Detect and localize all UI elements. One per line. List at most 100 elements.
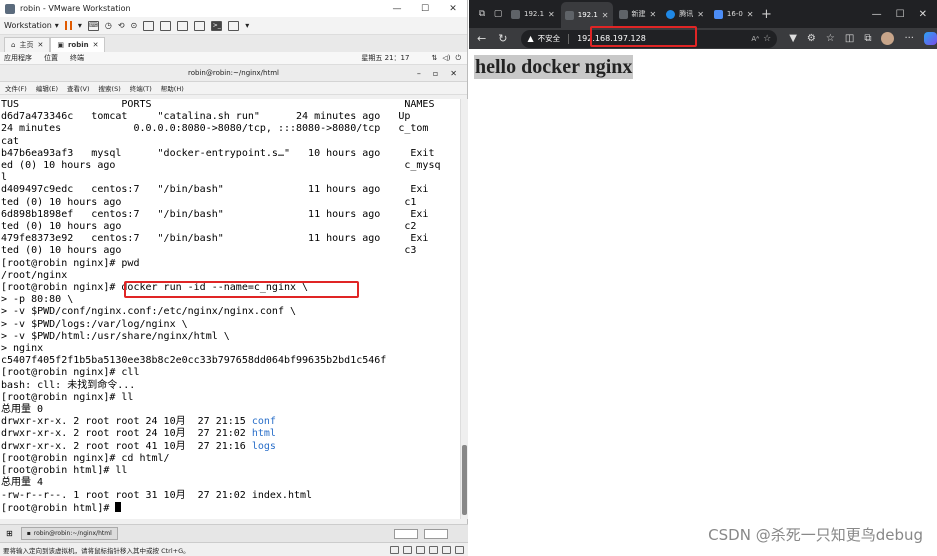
menu-edit[interactable]: 编辑(E) bbox=[36, 83, 58, 93]
tab-home[interactable]: ⌂ 主页 ✕ bbox=[4, 37, 51, 52]
cdrom-icon[interactable] bbox=[403, 545, 412, 554]
close-icon[interactable]: ✕ bbox=[697, 10, 704, 19]
close-icon[interactable]: ✕ bbox=[450, 69, 457, 78]
scrollbar-thumb[interactable] bbox=[462, 445, 467, 515]
terminal-line: > nginx bbox=[1, 343, 44, 355]
minimize-icon[interactable]: – bbox=[417, 69, 421, 78]
tab-4[interactable]: 腾讯 ✕ bbox=[662, 3, 708, 25]
back-icon[interactable]: ← bbox=[477, 32, 486, 45]
newtab-icon bbox=[618, 9, 628, 19]
page-icon bbox=[564, 10, 574, 20]
sidebar-toggle-icon[interactable] bbox=[143, 20, 155, 31]
watermark: CSDN @杀死一只知更鸟debug bbox=[708, 526, 923, 544]
divider bbox=[568, 33, 570, 44]
profile-avatar[interactable] bbox=[881, 32, 895, 45]
disk-icon[interactable] bbox=[390, 545, 399, 554]
workspace-switcher-1[interactable] bbox=[394, 528, 418, 539]
volume-icon[interactable]: ◁) bbox=[442, 54, 450, 63]
split-screen-icon[interactable]: ◫ bbox=[845, 33, 854, 44]
network-icon[interactable]: ⇅ bbox=[431, 54, 437, 63]
power-icon[interactable]: ⏻ bbox=[455, 54, 461, 63]
usb-icon[interactable] bbox=[429, 545, 438, 554]
terminal-line: 6d898b1898ef centos:7 "/bin/bash" 11 hou… bbox=[1, 208, 429, 220]
pause-icon[interactable] bbox=[64, 21, 72, 30]
workspace-switcher-2[interactable] bbox=[424, 528, 448, 539]
edge-navbar: ← ↻ ▲ 不安全 192.168.197.128 Aᴬ ☆ ▼ ⚙ ☆ ◫ ⧉… bbox=[469, 28, 937, 49]
status-text: 要将输入定向到该虚拟机，请将鼠标指针移入其中或按 Ctrl+G。 bbox=[3, 546, 190, 555]
terminal-line: l bbox=[1, 172, 8, 184]
menu-view[interactable]: 查看(V) bbox=[67, 83, 90, 93]
new-tab-icon[interactable]: + bbox=[760, 7, 774, 22]
close-icon[interactable]: ✕ bbox=[37, 41, 43, 49]
stretch-icon[interactable] bbox=[228, 20, 240, 31]
terminal-line: c5407f405f2f1b5ba5130ee38b8c2e0cc33b7976… bbox=[1, 355, 387, 367]
security-label[interactable]: 不安全 bbox=[538, 33, 561, 44]
chevron-down-icon[interactable]: ▾ bbox=[78, 21, 82, 30]
workspace-menu[interactable]: Workstation ▾ bbox=[4, 21, 59, 30]
more-icon[interactable]: ··· bbox=[904, 33, 914, 44]
minimize-icon[interactable]: — bbox=[872, 9, 882, 20]
extensions-icon[interactable]: ⚙ bbox=[807, 33, 816, 44]
maximize-icon[interactable]: ▫ bbox=[433, 69, 438, 78]
revert-icon[interactable]: ⟲ bbox=[118, 21, 125, 30]
menu-file[interactable]: 文件(F) bbox=[5, 83, 27, 93]
places-menu[interactable]: 位置 bbox=[44, 53, 58, 63]
favorite-star-icon[interactable]: ☆ bbox=[763, 34, 771, 44]
page-icon bbox=[713, 9, 723, 19]
favorites-icon[interactable]: ☆ bbox=[826, 33, 835, 44]
tab-label: 主页 bbox=[19, 41, 34, 49]
collections-icon[interactable]: ⧉ bbox=[864, 33, 871, 44]
tab-1[interactable]: 192.1 ✕ bbox=[507, 3, 559, 25]
terminal-scrollbar[interactable] bbox=[460, 99, 468, 519]
terminal-menu[interactable]: 终端 bbox=[70, 53, 84, 63]
menu-search[interactable]: 搜索(S) bbox=[99, 83, 121, 93]
snapshot-icon[interactable]: ◷ bbox=[105, 21, 112, 30]
close-icon[interactable]: ✕ bbox=[439, 4, 467, 14]
tab-5[interactable]: 16-0 ✕ bbox=[710, 3, 758, 25]
console-icon[interactable]: >_ bbox=[211, 20, 223, 31]
close-icon[interactable]: ✕ bbox=[602, 11, 609, 20]
guest-top-bar: 应用程序 位置 终端 星期五 21：17 ⇅ ◁) ⏻ bbox=[0, 52, 467, 65]
thumbnail-icon[interactable] bbox=[160, 20, 172, 31]
display-icon[interactable] bbox=[455, 545, 464, 554]
close-icon[interactable]: ✕ bbox=[919, 9, 927, 20]
terminal-icon: ▪ bbox=[26, 530, 31, 537]
workspaces-icon[interactable]: ⧉ bbox=[475, 7, 489, 21]
refresh-icon[interactable]: ↻ bbox=[498, 32, 507, 45]
close-icon[interactable]: ✕ bbox=[93, 41, 99, 49]
close-icon[interactable]: ✕ bbox=[747, 10, 754, 19]
guest-taskbar: ⊞ ▪ robin@robin:~/nginx/html bbox=[0, 524, 468, 542]
menu-terminal[interactable]: 终端(T) bbox=[130, 83, 152, 93]
minimize-icon[interactable]: — bbox=[383, 4, 411, 14]
tab-2-active[interactable]: 192.1 ✕ bbox=[560, 2, 613, 28]
tab-3[interactable]: 新建 ✕ bbox=[615, 3, 661, 25]
network-adapter-icon[interactable] bbox=[416, 545, 425, 554]
copilot-icon[interactable] bbox=[924, 32, 937, 45]
vm-tab-strip: ⌂ 主页 ✕ ▣ robin ✕ bbox=[0, 35, 467, 52]
apps-menu[interactable]: 应用程序 bbox=[4, 53, 32, 63]
manage-snapshot-icon[interactable]: ⊙ bbox=[131, 21, 138, 30]
terminal-output[interactable]: TUS PORTS NAMES d6d7a473346c tomcat "cat… bbox=[0, 99, 460, 519]
warning-icon[interactable]: ▲ bbox=[527, 34, 533, 43]
terminal-line: > -v $PWD/conf/nginx.conf:/etc/nginx/ngi… bbox=[1, 306, 297, 318]
terminal-title: robin@robin:~/nginx/html bbox=[188, 69, 279, 77]
maximize-icon[interactable]: ☐ bbox=[411, 4, 439, 14]
edge-tab-strip: ⧉ ▢ 192.1 ✕ 192.1 ✕ 新建 ✕ 腾讯 ✕ 16-0 ✕ + —… bbox=[469, 0, 937, 28]
menu-help[interactable]: 帮助(H) bbox=[161, 83, 184, 93]
fullscreen-icon[interactable] bbox=[177, 20, 189, 31]
close-icon[interactable]: ✕ bbox=[548, 10, 555, 19]
read-aloud-icon[interactable]: Aᴬ bbox=[751, 35, 759, 43]
maximize-icon[interactable]: ☐ bbox=[896, 9, 905, 20]
taskbar-terminal[interactable]: ▪ robin@robin:~/nginx/html bbox=[20, 527, 118, 540]
unity-icon[interactable] bbox=[194, 20, 206, 31]
show-desktop-icon[interactable]: ⊞ bbox=[6, 529, 13, 538]
tab-actions-icon[interactable]: ▢ bbox=[491, 7, 505, 21]
send-keys-icon[interactable]: ⌨ bbox=[87, 20, 99, 31]
pocket-icon[interactable]: ▼ bbox=[789, 33, 797, 44]
tab-robin[interactable]: ▣ robin ✕ bbox=[50, 37, 106, 52]
close-icon[interactable]: ✕ bbox=[650, 10, 657, 19]
chevron-down-icon[interactable]: ▾ bbox=[245, 21, 249, 30]
terminal-line: [root@robin nginx]# pwd bbox=[1, 257, 140, 269]
tab-label: 192.1 bbox=[577, 11, 598, 19]
sound-icon[interactable] bbox=[442, 545, 451, 554]
